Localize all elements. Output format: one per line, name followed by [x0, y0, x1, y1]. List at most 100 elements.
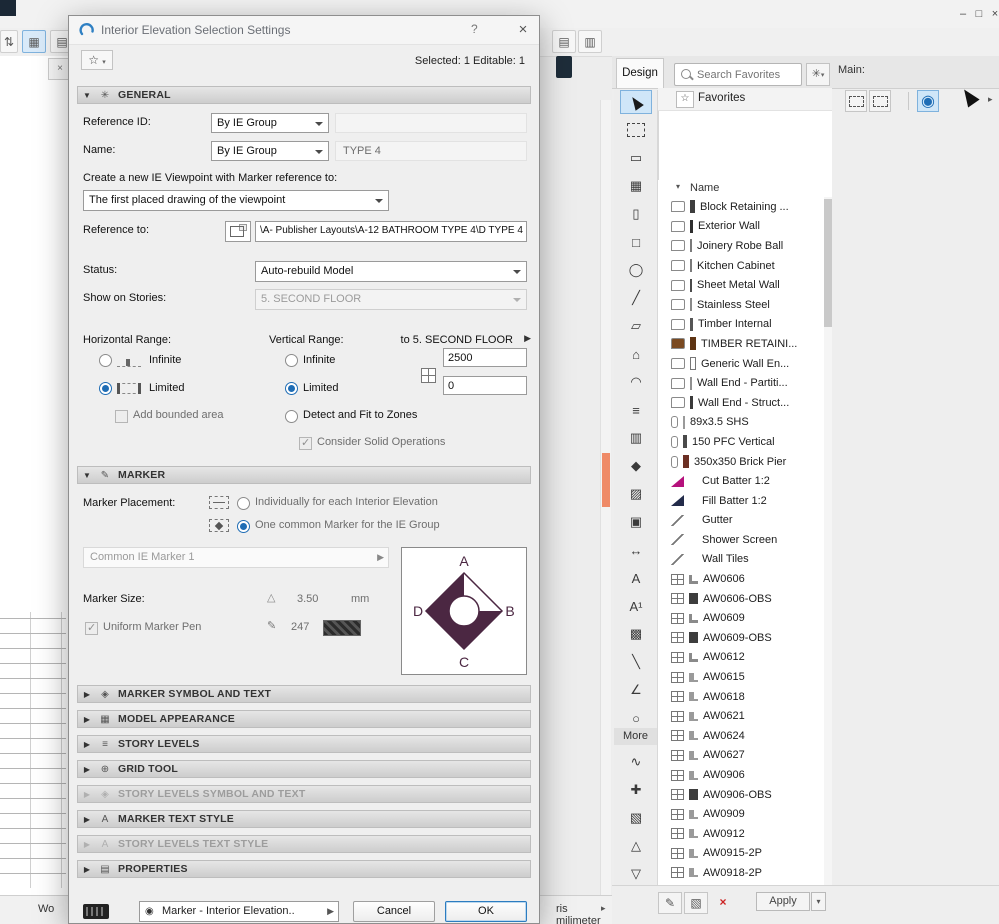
favorite-item[interactable]: AW0609-OBS: [658, 628, 824, 648]
favorite-item[interactable]: AW0606: [658, 569, 824, 589]
favorite-item[interactable]: AW0909: [658, 804, 824, 824]
beam-tool[interactable]: ╱: [620, 286, 652, 310]
pin-palette-button[interactable]: [845, 90, 867, 112]
slab-tool[interactable]: ▱: [620, 314, 652, 338]
dock-toggle-button[interactable]: ⇅: [0, 30, 18, 53]
favorite-item[interactable]: AW0615: [658, 667, 824, 687]
uniform-marker-pen-checkbox[interactable]: [85, 621, 98, 635]
vertical-infinite-radio[interactable]: [285, 354, 298, 367]
marker-name-dropdown[interactable]: Common IE Marker 1 ▶: [83, 547, 389, 568]
vertical-bottom-input[interactable]: 0: [443, 376, 527, 395]
section-grid-tool[interactable]: ▶ ⊕ GRID TOOL: [77, 760, 531, 778]
favorite-item[interactable]: Cut Batter 1:2: [658, 471, 824, 491]
apply-dropdown-arrow[interactable]: ▾: [811, 892, 826, 911]
favorite-item[interactable]: AW0627: [658, 746, 824, 766]
favorite-item[interactable]: AW0606-OBS: [658, 589, 824, 609]
dialog-titlebar[interactable]: Interior Elevation Selection Settings ? …: [69, 16, 539, 45]
section-marker-symbol-and-text[interactable]: ▶ ◈ MARKER SYMBOL AND TEXT: [77, 685, 531, 703]
favorites-search[interactable]: [674, 63, 802, 86]
vertical-limited-radio[interactable]: [285, 382, 298, 395]
tab-design[interactable]: Design: [616, 58, 664, 88]
viewpoint-dropdown[interactable]: The first placed drawing of the viewpoin…: [83, 190, 389, 211]
horizontal-infinite-radio[interactable]: [99, 354, 112, 367]
fill-tool[interactable]: ▩: [620, 622, 652, 646]
marquee-tool[interactable]: [620, 118, 652, 142]
favorite-item[interactable]: AW0918-2P: [658, 863, 824, 883]
status-dropdown[interactable]: Auto-rebuild Model: [255, 261, 527, 282]
favorite-item[interactable]: AW0621: [658, 706, 824, 726]
morph-tool[interactable]: ◆: [620, 454, 652, 478]
section-marker[interactable]: ▼ ✎ MARKER: [77, 466, 531, 484]
favorite-item[interactable]: AW0906: [658, 765, 824, 785]
minimize-button[interactable]: –: [956, 6, 970, 22]
horizontal-limited-radio[interactable]: [99, 382, 112, 395]
favorites-settings-button[interactable]: ✳▾: [806, 63, 830, 86]
vertical-top-input[interactable]: 2500: [443, 348, 527, 367]
favorite-item[interactable]: Fill Batter 1:2: [658, 491, 824, 511]
favorite-item[interactable]: 350x350 Brick Pier: [658, 452, 824, 472]
cancel-button[interactable]: Cancel: [353, 901, 435, 922]
grid-view-toggle-button[interactable]: ▦: [22, 30, 46, 53]
name-dropdown[interactable]: By IE Group: [211, 141, 329, 161]
dialog-close-button[interactable]: ×: [507, 16, 539, 43]
favorite-item[interactable]: Joinery Robe Ball: [658, 236, 824, 256]
polyline-tool[interactable]: ∠: [620, 678, 652, 702]
section-story-levels-text-style[interactable]: ▶ A STORY LEVELS TEXT STYLE: [77, 835, 531, 853]
favorite-item[interactable]: AW0618: [658, 687, 824, 707]
arrow-tool[interactable]: [620, 90, 652, 114]
favorite-item[interactable]: Shower Screen: [658, 530, 824, 550]
scrollbar-marker[interactable]: [602, 453, 610, 507]
favorite-item[interactable]: Timber Internal: [658, 315, 824, 335]
help-button[interactable]: ?: [471, 22, 478, 36]
favorite-item[interactable]: Sheet Metal Wall: [658, 275, 824, 295]
individual-marker-radio[interactable]: [237, 497, 250, 510]
favorite-item[interactable]: AW0915-2P: [658, 844, 824, 864]
marker-style-dropdown[interactable]: ◉ Marker - Interior Elevation.. ▶: [139, 901, 339, 922]
figure-tool[interactable]: ▧: [620, 806, 652, 830]
drawing-canvas[interactable]: [0, 56, 69, 895]
favorites-scrollbar-thumb[interactable]: [824, 199, 832, 327]
search-input[interactable]: [695, 66, 799, 84]
status-expand-icon[interactable]: ▸: [601, 903, 606, 914]
zone-tool[interactable]: ▣: [620, 510, 652, 534]
ok-button[interactable]: OK: [445, 901, 527, 922]
favorite-item[interactable]: Exterior Wall: [658, 217, 824, 237]
shell-tool[interactable]: ◠: [620, 370, 652, 394]
pen-color-swatch[interactable]: [323, 620, 361, 636]
favorite-item[interactable]: AW0912: [658, 824, 824, 844]
favorite-item[interactable]: Block Retaining ...: [658, 197, 824, 217]
mesh-tool[interactable]: ▨: [620, 482, 652, 506]
organizer-button[interactable]: ▥: [578, 30, 602, 53]
column-tool[interactable]: ◯: [620, 258, 652, 282]
window-tool[interactable]: □: [620, 230, 652, 254]
story-flyout-arrow[interactable]: ▶: [524, 333, 531, 344]
favorite-item[interactable]: Wall Tiles: [658, 550, 824, 570]
pen-set-icon[interactable]: [83, 904, 109, 919]
text-tool[interactable]: A: [620, 566, 652, 590]
favorite-preset-button[interactable]: ☆ ▾: [81, 50, 113, 70]
favorite-item[interactable]: Kitchen Cabinet: [658, 256, 824, 276]
reference-id-dropdown[interactable]: By IE Group: [211, 113, 329, 133]
line-tool[interactable]: ╲: [620, 650, 652, 674]
common-marker-radio[interactable]: [237, 520, 250, 533]
section-properties[interactable]: ▶ ▤ PROPERTIES: [77, 860, 531, 878]
reference-to-input[interactable]: \A- Publisher Layouts\A-12 BATHROOM TYPE…: [255, 221, 527, 242]
favorite-item[interactable]: Stainless Steel: [658, 295, 824, 315]
curtain-wall-tool[interactable]: ▦: [620, 174, 652, 198]
section-marker-text-style[interactable]: ▶ A MARKER TEXT STYLE: [77, 810, 531, 828]
wall-tool[interactable]: ▭: [620, 146, 652, 170]
favorites-list-header[interactable]: ▾ Name: [658, 180, 832, 198]
detect-fit-zones-radio[interactable]: [285, 410, 298, 423]
favorite-item[interactable]: AW0906-OBS: [658, 785, 824, 805]
railing-tool[interactable]: ▥: [620, 426, 652, 450]
section-general[interactable]: ▼ ✳ GENERAL: [77, 86, 531, 104]
delete-favorite-button[interactable]: ×: [712, 892, 734, 912]
favorite-item[interactable]: Gutter: [658, 511, 824, 531]
roof-tool[interactable]: ⌂: [620, 342, 652, 366]
publish-button[interactable]: ▤: [552, 30, 576, 53]
circle-tool[interactable]: ○: [620, 706, 652, 730]
favorites-scrollbar[interactable]: [824, 197, 832, 885]
main-vertical-scrollbar[interactable]: [600, 100, 611, 895]
stair-tool[interactable]: ≡: [620, 398, 652, 422]
section-story-levels[interactable]: ▶ ≡ STORY LEVELS: [77, 735, 531, 753]
